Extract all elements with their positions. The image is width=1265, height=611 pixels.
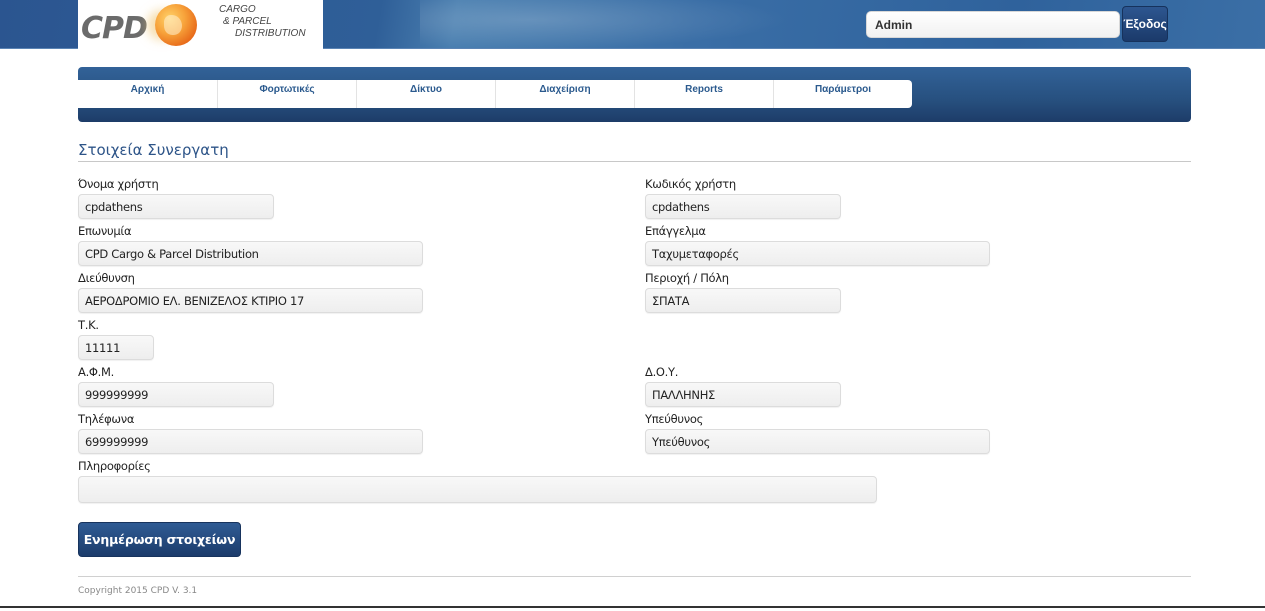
copyright-text: Copyright 2015 CPD V. 3.1 — [78, 586, 198, 596]
update-details-button[interactable]: Ενημέρωση στοιχείων — [78, 522, 241, 557]
profession-label: Επάγγελμα — [645, 224, 706, 238]
nav-item-home[interactable]: Αρχική — [78, 80, 217, 108]
username-input[interactable]: cpdathens — [78, 194, 274, 219]
postal-code-input[interactable]: 11111 — [78, 335, 154, 360]
manager-input[interactable]: Υπεύθυνος — [645, 429, 990, 454]
globe-icon — [155, 4, 197, 46]
header-decoration — [420, 0, 790, 49]
postal-code-label: Τ.Κ. — [78, 318, 99, 332]
nav-item-management[interactable]: Διαχείριση — [495, 80, 634, 108]
city-label: Περιοχή / Πόλη — [645, 271, 729, 285]
tax-office-label: Δ.Ο.Υ. — [645, 365, 679, 379]
address-input[interactable]: ΑΕΡΟΔΡΟΜΙΟ ΕΛ. ΒΕΝΙΖΕΛΟΣ ΚΤΙΡΙΟ 17 — [78, 288, 423, 313]
vat-label: Α.Φ.Μ. — [78, 365, 115, 379]
tax-office-input[interactable]: ΠΑΛΛΗΝΗΣ — [645, 382, 841, 407]
company-name-input[interactable]: CPD Cargo & Parcel Distribution — [78, 241, 423, 266]
logo[interactable]: CPD CARGO & PARCEL DISTRIBUTION — [78, 0, 323, 49]
main-nav: Αρχική Φορτωτικές Δίκτυο Διαχείριση Repo… — [78, 67, 1191, 122]
footer-divider — [78, 576, 1191, 577]
city-input[interactable]: ΣΠΑΤΑ — [645, 288, 841, 313]
nav-item-reports[interactable]: Reports — [634, 80, 773, 108]
logout-button[interactable]: Έξοδος — [1122, 6, 1168, 42]
nav-item-waybills[interactable]: Φορτωτικές — [217, 80, 356, 108]
logo-tagline: CARGO & PARCEL DISTRIBUTION — [219, 4, 306, 39]
info-input[interactable] — [78, 476, 877, 503]
company-name-label: Επωνυμία — [78, 224, 132, 238]
page-bottom-border — [0, 606, 1265, 608]
phone-input[interactable]: 699999999 — [78, 429, 423, 454]
current-user-field[interactable]: Admin — [866, 11, 1120, 38]
vat-input[interactable]: 999999999 — [78, 382, 274, 407]
user-code-input[interactable]: cpdathens — [645, 194, 841, 219]
phone-label: Τηλέφωνα — [78, 412, 135, 426]
nav-item-network[interactable]: Δίκτυο — [356, 80, 495, 108]
username-label: Όνομα χρήστη — [78, 177, 159, 191]
logo-brand: CPD — [81, 11, 148, 46]
info-label: Πληροφορίες — [78, 459, 151, 473]
user-code-label: Κωδικός χρήστη — [645, 177, 736, 191]
page-title: Στοιχεία Συνεργατη — [78, 141, 229, 159]
nav-item-parameters[interactable]: Παράμετροι — [773, 80, 912, 108]
manager-label: Υπεύθυνος — [645, 412, 704, 426]
title-divider — [78, 161, 1191, 162]
address-label: Διεύθυνση — [78, 271, 135, 285]
profession-input[interactable]: Ταχυμεταφορές — [645, 241, 990, 266]
